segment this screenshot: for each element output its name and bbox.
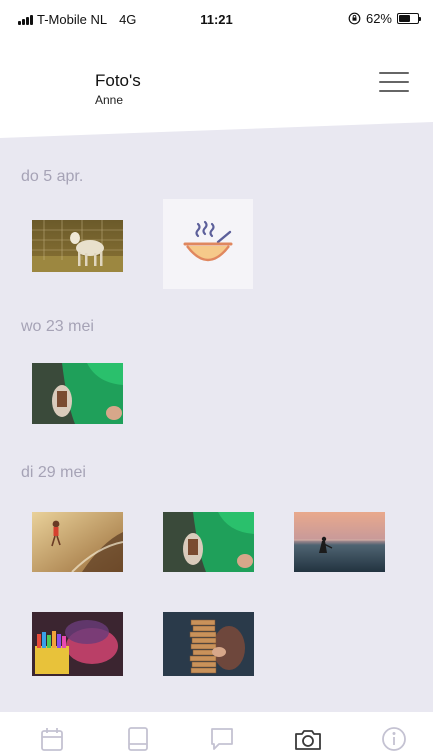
book-icon[interactable] xyxy=(124,726,152,752)
section-date-2: wo 23 mei xyxy=(21,318,94,335)
info-icon[interactable] xyxy=(380,726,408,752)
soup-bowl-icon xyxy=(183,220,233,262)
chat-bubble-icon[interactable] xyxy=(208,726,236,752)
photo-thumbnail-crayons[interactable] xyxy=(32,612,123,676)
photo-thumbnail-green-shirt-2[interactable] xyxy=(163,512,254,572)
photo-thumbnail-green-shirt[interactable] xyxy=(32,363,123,424)
calendar-icon[interactable] xyxy=(38,726,66,752)
photo-thumbnail-sea-sunset[interactable] xyxy=(294,512,385,572)
section-date-3: di 29 mei xyxy=(21,464,86,481)
battery-icon xyxy=(397,13,421,24)
hamburger-menu-icon[interactable] xyxy=(379,70,409,94)
photo-thumbnail-jenga[interactable] xyxy=(163,612,254,676)
page-title: Foto's xyxy=(95,71,141,90)
photo-thumbnail-beach-child[interactable] xyxy=(32,512,123,572)
battery-level-fill xyxy=(399,15,411,22)
status-right: 62% xyxy=(348,11,421,26)
page-subtitle: Anne xyxy=(95,93,124,107)
battery-percentage: 62% xyxy=(365,11,392,26)
bottom-tab-bar xyxy=(0,712,433,753)
orientation-lock-icon xyxy=(348,12,361,25)
photo-gallery: do 5 apr. wo 23 mei di 29 mei xyxy=(0,122,433,712)
section-date-1: do 5 apr. xyxy=(21,168,84,185)
photo-thumbnail-goat[interactable] xyxy=(32,220,123,272)
status-bar: T-Mobile NL 4G 11:21 62% xyxy=(0,0,433,40)
photo-placeholder-soup[interactable] xyxy=(163,199,253,289)
camera-icon[interactable] xyxy=(294,726,322,752)
